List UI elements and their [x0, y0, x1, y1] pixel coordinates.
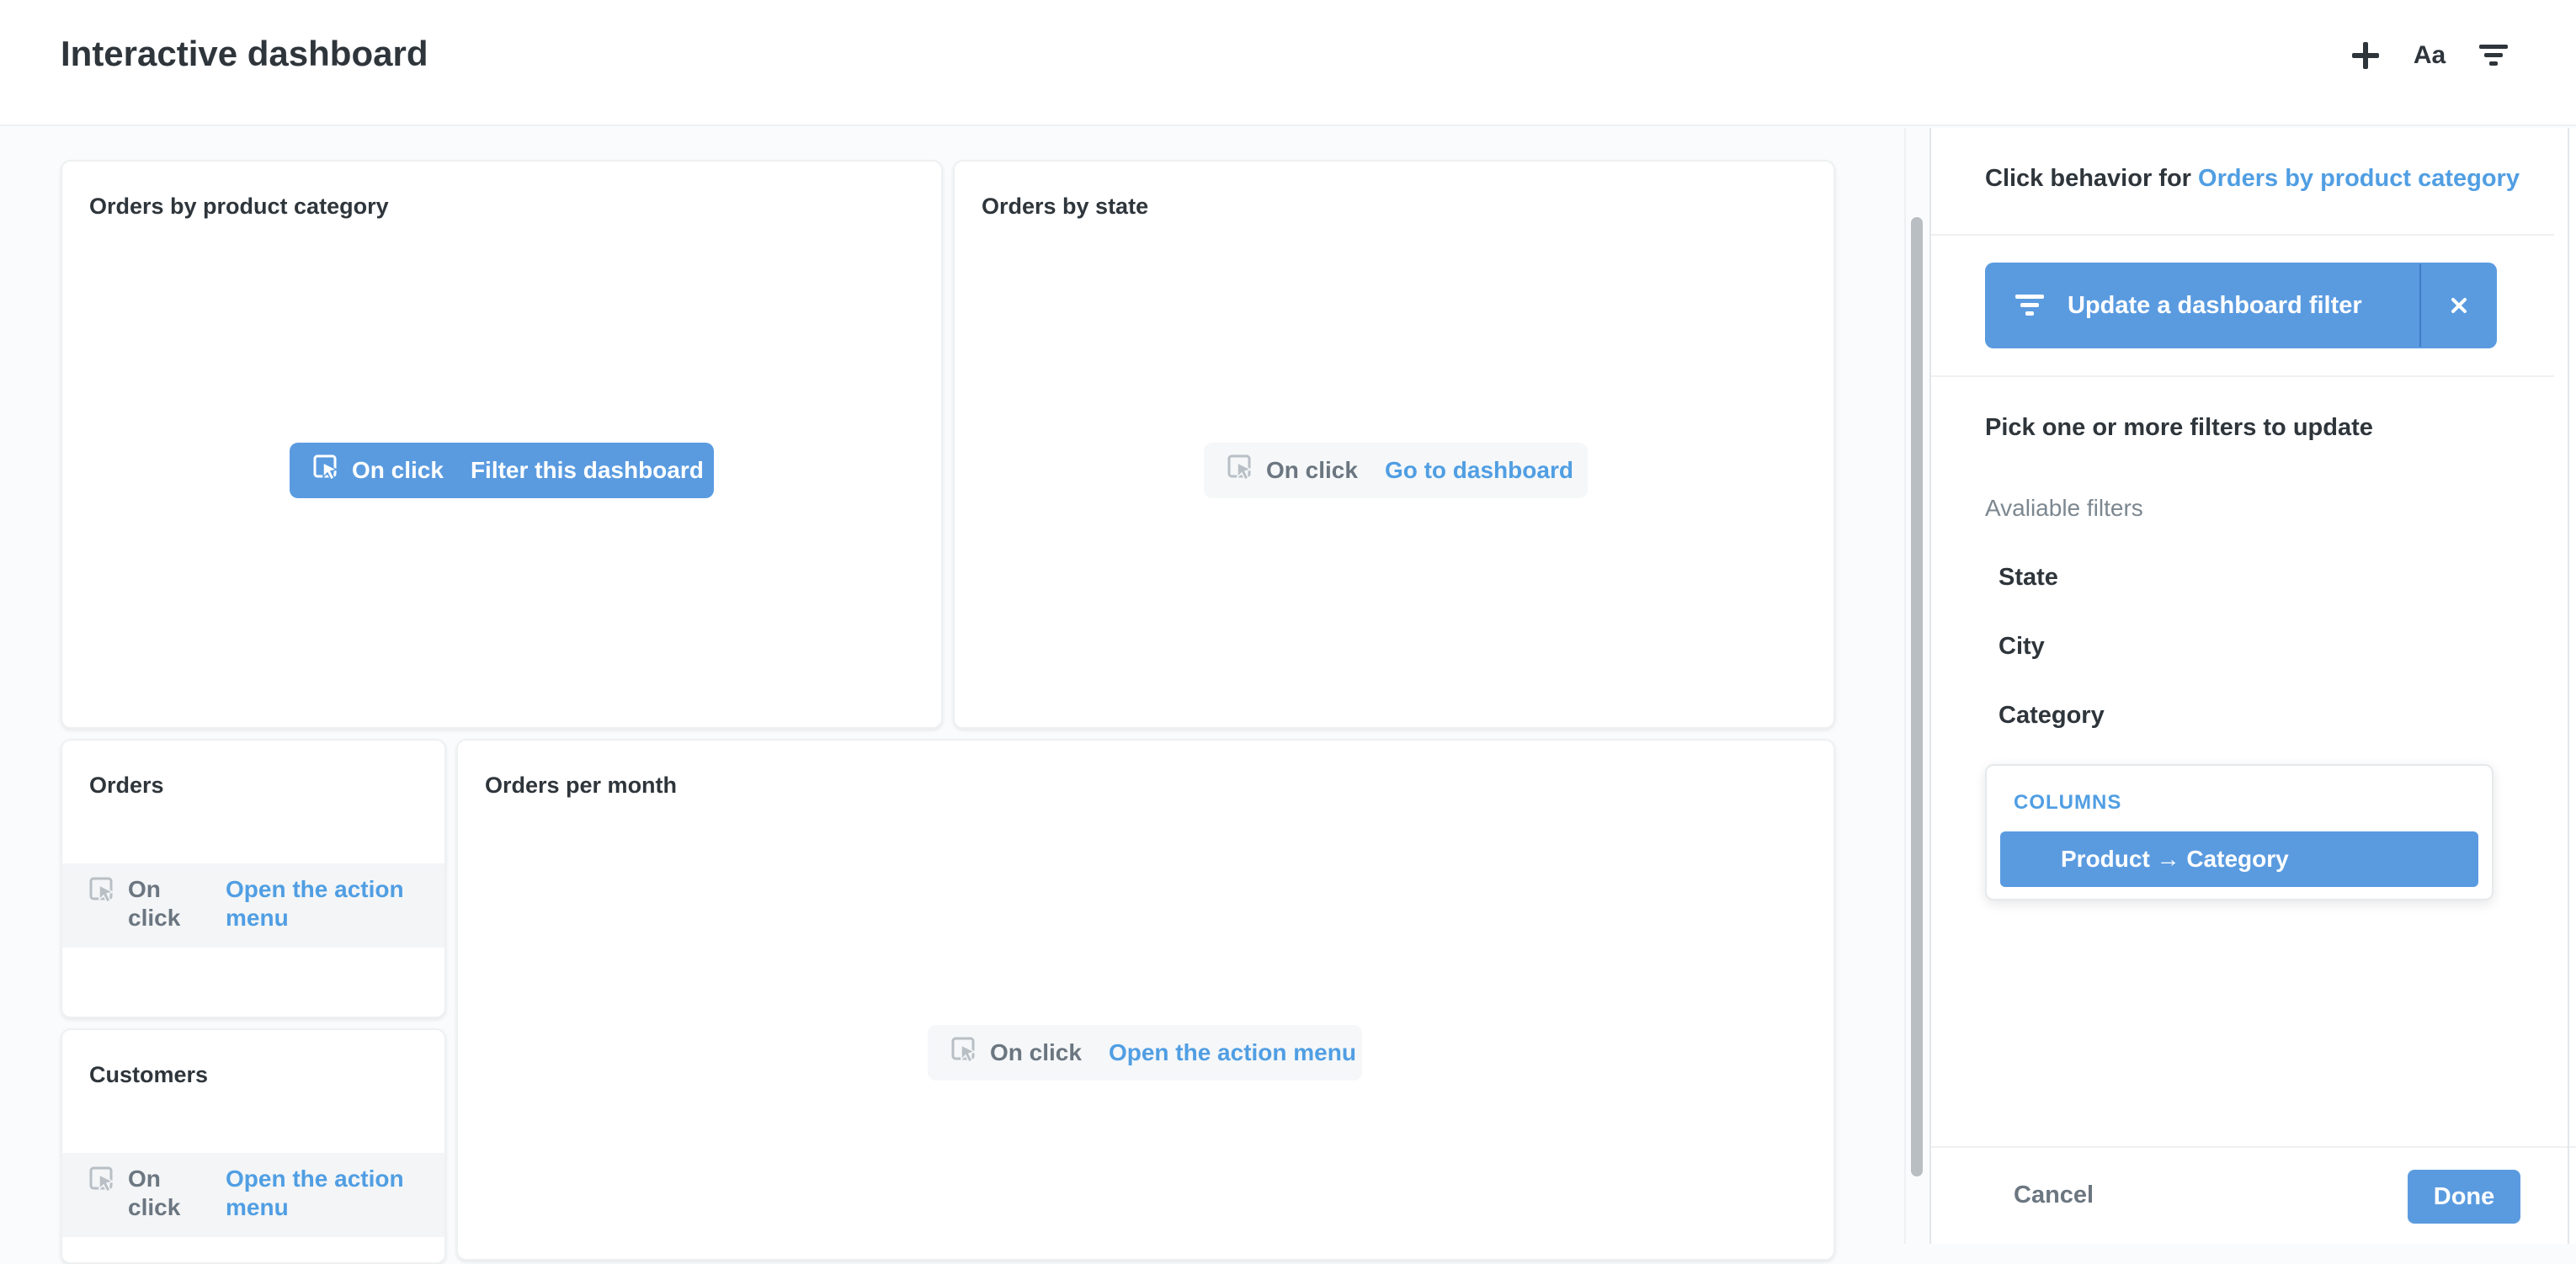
pick-filters-label: Pick one or more filters to update — [1985, 414, 2373, 441]
button-divider — [2419, 264, 2421, 347]
on-click-label: On click — [352, 457, 444, 483]
divider — [1931, 234, 2554, 236]
scrollbar-thumb[interactable] — [1911, 217, 1923, 1176]
card-title: Orders per month — [485, 773, 678, 798]
sidebar-heading: Click behavior for Orders by product cat… — [1985, 165, 2520, 193]
card-customers[interactable]: Customers On click Open the action menu — [61, 1028, 446, 1264]
card-orders-by-product-category[interactable]: Orders by product category On click Filt… — [61, 160, 943, 729]
card-title: Orders by product category — [89, 194, 389, 219]
cursor-click-icon — [89, 877, 116, 911]
filter-option-state[interactable]: State — [1999, 564, 2058, 592]
close-icon[interactable] — [2436, 286, 2482, 325]
click-behavior-badge-active[interactable]: On click Filter this dashboard — [290, 443, 714, 498]
add-icon[interactable] — [2342, 32, 2389, 79]
columns-heading: COLUMNS — [2014, 791, 2122, 814]
sidebar-heading-prefix: Click behavior for — [1985, 165, 2191, 192]
on-click-label: On click — [990, 1039, 1082, 1065]
cursor-click-icon — [1227, 454, 1254, 487]
page-title: Interactive dashboard — [61, 34, 428, 73]
click-behavior-badge[interactable]: On click Open the action menu — [62, 1153, 444, 1237]
click-behavior-badge[interactable]: On click Open the action menu — [928, 1025, 1362, 1081]
column-option-product-category[interactable]: Product → Category — [2000, 831, 2478, 887]
click-action-label: Open the action menu — [1108, 1039, 1356, 1065]
filter-icon — [2015, 293, 2044, 318]
card-orders-per-month[interactable]: Orders per month On click Open the actio… — [456, 739, 1835, 1261]
cursor-click-icon — [89, 1166, 116, 1200]
cursor-click-icon — [313, 454, 340, 487]
click-behavior-badge[interactable]: On click Open the action menu — [62, 863, 444, 948]
click-behavior-badge[interactable]: On click Go to dashboard — [1204, 443, 1588, 498]
text-format-icon[interactable]: Aa — [2406, 32, 2453, 79]
sidebar-heading-card-link[interactable]: Orders by product category — [2198, 165, 2520, 192]
done-button[interactable]: Done — [2408, 1170, 2520, 1224]
on-click-label: On click — [128, 876, 181, 931]
available-filters-label: Avaliable filters — [1985, 495, 2143, 521]
card-title: Customers — [89, 1062, 209, 1087]
click-action-label: Open the action menu — [226, 876, 404, 931]
card-orders[interactable]: Orders On click Open the action menu — [61, 739, 446, 1018]
card-title: Orders by state — [982, 194, 1149, 219]
click-action-label: Go to dashboard — [1384, 457, 1573, 483]
filter-icon[interactable] — [2470, 32, 2517, 79]
filter-option-city[interactable]: City — [1999, 633, 2045, 661]
on-click-label: On click — [1266, 457, 1358, 483]
on-click-label: On click — [128, 1166, 181, 1220]
cancel-button[interactable]: Cancel — [2014, 1182, 2094, 1209]
card-title: Orders — [89, 773, 164, 798]
filter-option-category[interactable]: Category — [1999, 702, 2105, 730]
behavior-label: Update a dashboard filter — [2068, 291, 2362, 319]
sidebar-edge — [2568, 128, 2569, 1244]
click-action-label: Filter this dashboard — [470, 457, 704, 483]
divider — [1931, 375, 2554, 377]
cursor-click-icon — [951, 1037, 978, 1070]
card-orders-by-state[interactable]: Orders by state On click Go to dashboard — [953, 160, 1835, 729]
click-action-label: Open the action menu — [226, 1166, 404, 1220]
